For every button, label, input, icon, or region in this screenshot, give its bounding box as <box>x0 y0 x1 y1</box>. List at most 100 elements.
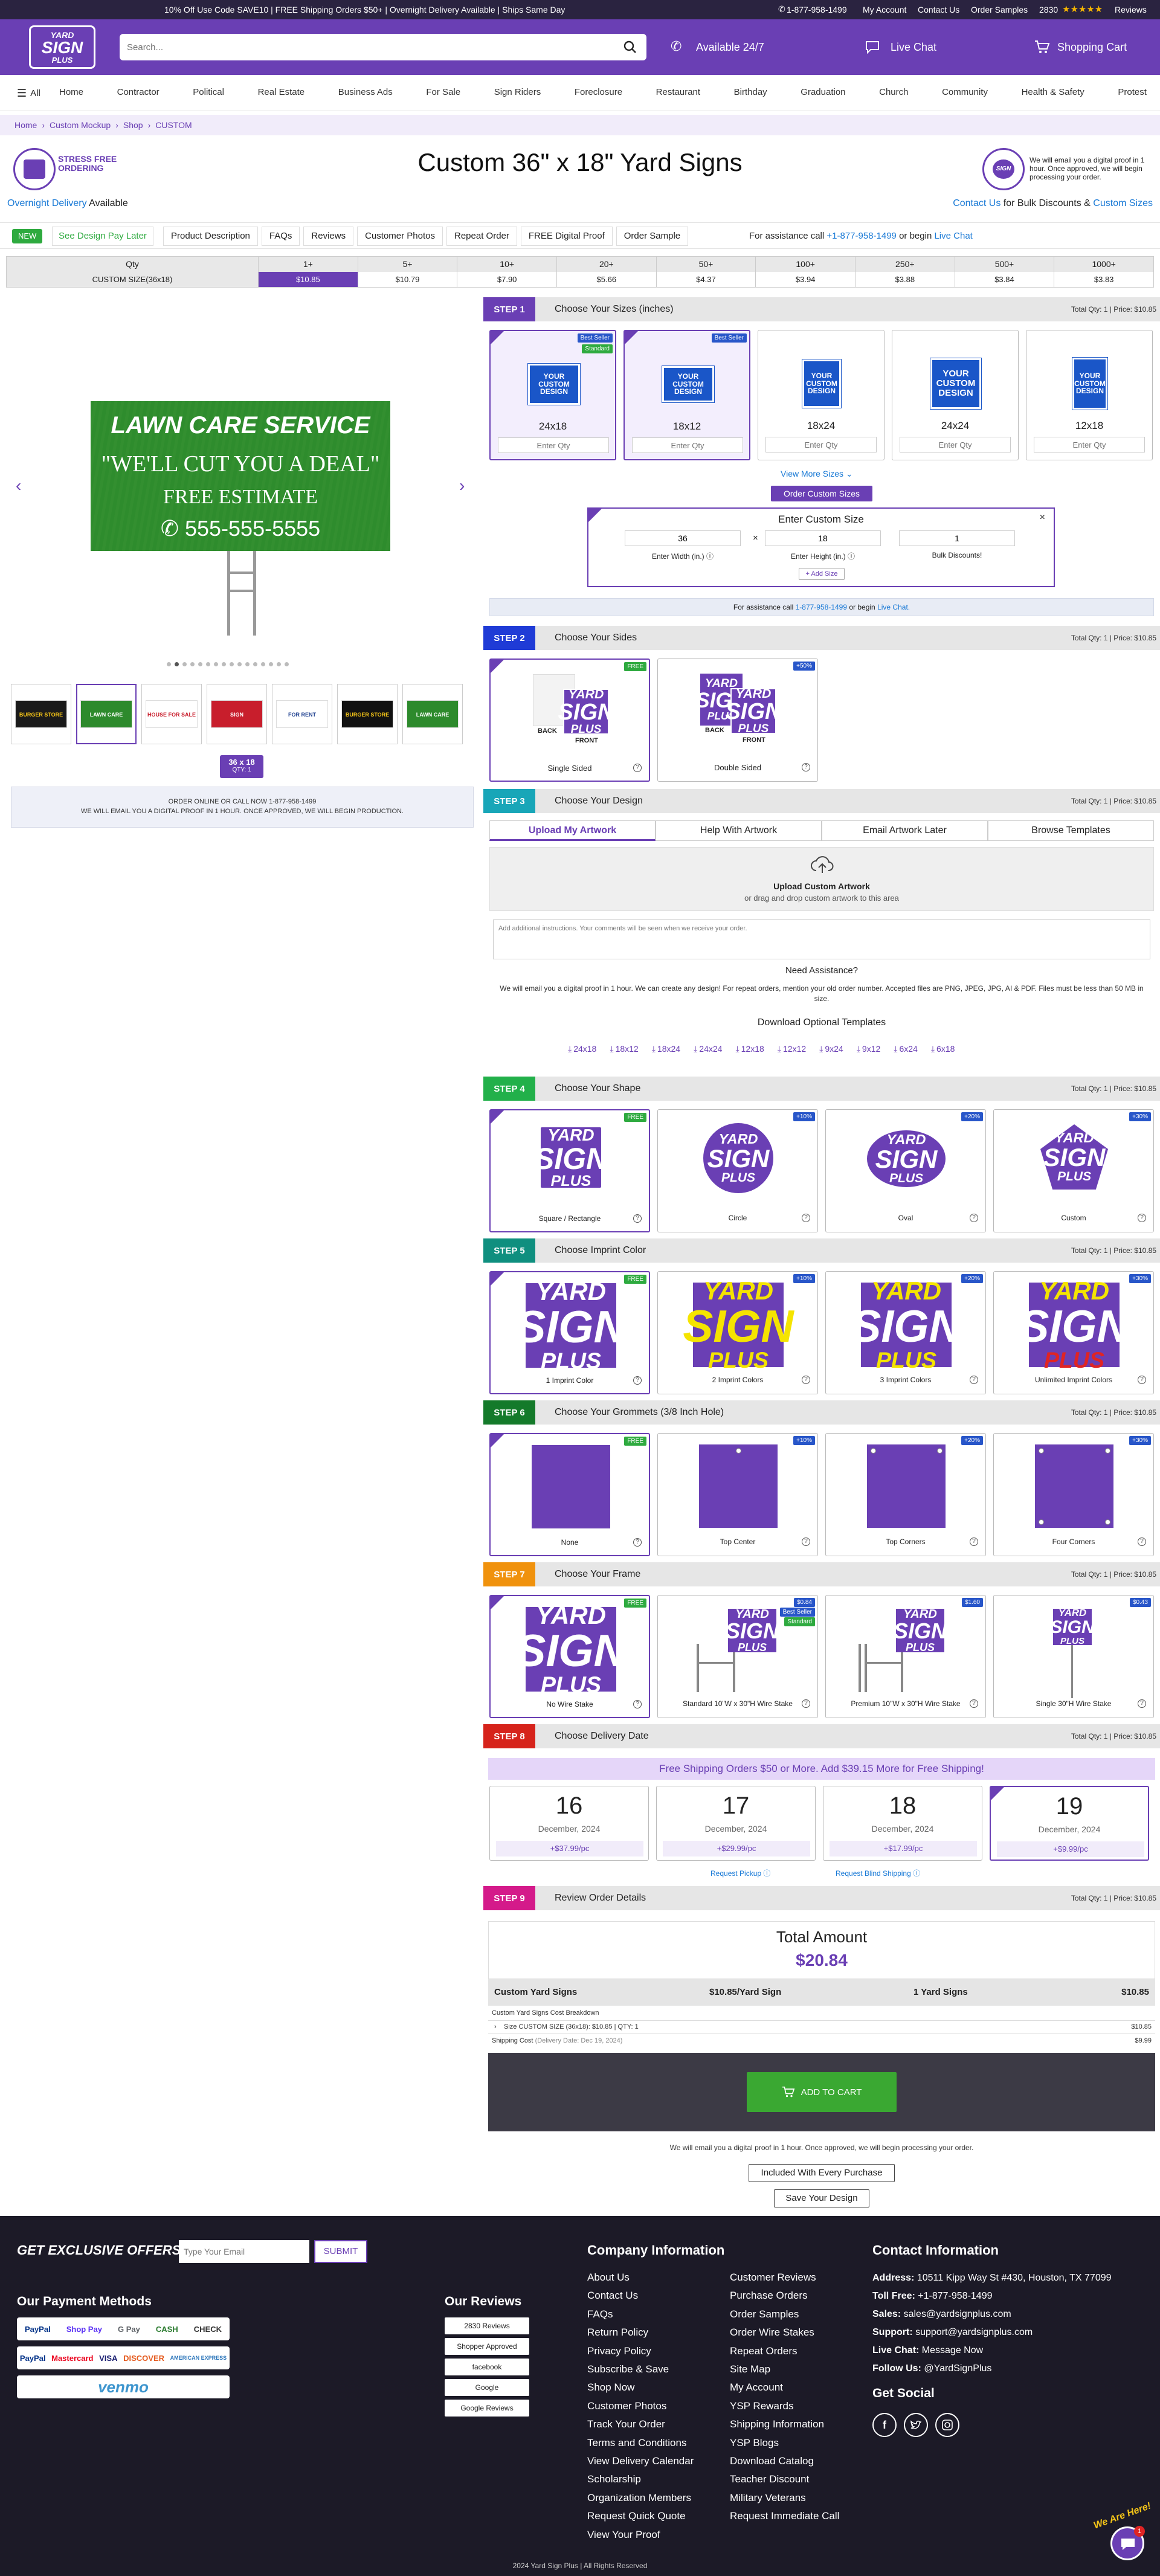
nav-item-home[interactable]: Home <box>59 87 83 97</box>
help-icon[interactable]: ? <box>633 1700 642 1708</box>
overnight-link[interactable]: Overnight Delivery <box>7 198 87 208</box>
shape-card-oval[interactable]: +20% YARD SIGN PLUS Oval? <box>825 1109 986 1232</box>
review-badge[interactable]: facebook <box>445 2359 529 2375</box>
facebook-icon[interactable]: f <box>872 2413 897 2437</box>
gallery-dot[interactable] <box>175 662 179 666</box>
help-icon[interactable]: ? <box>970 1214 978 1222</box>
imprint-card-2-imprint-colors[interactable]: +10% YARD SIGN PLUS 2 Imprint Colors? <box>657 1271 818 1394</box>
help-icon[interactable]: ⓘ <box>706 552 714 561</box>
size-card-24x24[interactable]: YOUR CUSTOM DESIGN 24x24 <box>892 330 1019 460</box>
gallery-dot[interactable] <box>206 662 210 666</box>
delivery-date-card-16[interactable]: 16 December, 2024 +$37.99/pc <box>489 1786 649 1861</box>
footer-link-privacy-policy[interactable]: Privacy Policy <box>587 2345 651 2357</box>
request-pickup-link[interactable]: Request Pickup ⓘ <box>710 1868 770 1878</box>
bulk-qty-input[interactable] <box>899 530 1015 546</box>
gallery-next-arrow-icon[interactable]: › <box>459 476 465 495</box>
footer-link-customer-photos[interactable]: Customer Photos <box>587 2400 666 2412</box>
help-icon[interactable]: ? <box>633 1376 642 1385</box>
design-tab-email-artwork-later[interactable]: Email Artwork Later <box>822 820 988 841</box>
design-tab-browse-templates[interactable]: Browse Templates <box>988 820 1154 841</box>
footer-link-purchase-orders[interactable]: Purchase Orders <box>730 2290 808 2302</box>
footer-link-return-policy[interactable]: Return Policy <box>587 2326 648 2339</box>
qty-input[interactable] <box>632 437 743 453</box>
chat-widget-button[interactable]: 1 <box>1110 2526 1145 2560</box>
nav-item-business-ads[interactable]: Business Ads <box>338 87 393 97</box>
footer-link-terms-and-conditions[interactable]: Terms and Conditions <box>587 2437 686 2449</box>
add-to-cart-button[interactable]: ADD TO CART <box>747 2072 897 2112</box>
grommets-card-top-center[interactable]: +10% Top Center? <box>657 1433 818 1556</box>
footer-link-site-map[interactable]: Site Map <box>730 2363 770 2375</box>
contact-value[interactable]: @YardSignPlus <box>924 2363 991 2374</box>
tier-price[interactable]: $3.83 <box>1054 272 1153 287</box>
gallery-thumbnail[interactable]: LAWN CARE <box>402 684 463 744</box>
footer-link-organization-members[interactable]: Organization Members <box>587 2492 691 2504</box>
gallery-thumbnail[interactable]: FOR RENT <box>272 684 332 744</box>
tab-customer-photos[interactable]: Customer Photos <box>357 227 443 246</box>
gallery-dot[interactable] <box>277 662 281 666</box>
template-download-link[interactable]: ⤓ 12x18 <box>735 1044 764 1054</box>
height-input[interactable] <box>765 530 881 546</box>
gallery-dot[interactable] <box>285 662 289 666</box>
close-icon[interactable]: × <box>1040 512 1045 523</box>
nav-item-protest[interactable]: Protest <box>1118 87 1147 97</box>
template-download-link[interactable]: ⤓ 24x24 <box>694 1044 722 1054</box>
view-more-sizes-link[interactable]: View More Sizes ⌄ <box>781 469 853 479</box>
gallery-dot[interactable] <box>253 662 257 666</box>
help-icon[interactable]: ? <box>802 1699 810 1708</box>
template-download-link[interactable]: ⤓ 9x24 <box>819 1044 843 1054</box>
help-icon[interactable]: ? <box>1138 1376 1146 1384</box>
breadcrumb-home[interactable]: Home <box>14 120 37 130</box>
nav-item-political[interactable]: Political <box>193 87 224 97</box>
template-download-link[interactable]: ⤓ 18x12 <box>610 1044 638 1054</box>
blind-shipping-link[interactable]: Request Blind Shipping ⓘ <box>836 1868 920 1878</box>
qty-input[interactable] <box>900 437 1011 452</box>
tab-repeat-order[interactable]: Repeat Order <box>446 227 517 246</box>
grommets-card-top-corners[interactable]: +20% Top Corners? <box>825 1433 986 1556</box>
footer-link-about-us[interactable]: About Us <box>587 2272 630 2284</box>
shape-card-custom[interactable]: +30% YARD SIGN PLUS Custom? <box>993 1109 1154 1232</box>
help-icon[interactable]: ? <box>970 1538 978 1546</box>
tier-price[interactable]: $3.94 <box>755 272 855 287</box>
footer-link-ysp-blogs[interactable]: YSP Blogs <box>730 2437 779 2449</box>
gallery-dot[interactable] <box>245 662 250 666</box>
custom-sizes-link[interactable]: Custom Sizes <box>1093 198 1153 208</box>
gallery-dot[interactable] <box>222 662 226 666</box>
step1-chat-link[interactable]: Live Chat. <box>877 603 910 611</box>
help-icon[interactable]: ⓘ <box>848 552 855 561</box>
frame-card-no-wire-stake[interactable]: FREE YARD SIGN PLUS No Wire Stake? <box>489 1595 650 1718</box>
help-icon[interactable]: ? <box>1138 1214 1146 1222</box>
order-custom-sizes-button[interactable]: Order Custom Sizes <box>771 486 872 501</box>
delivery-date-card-17[interactable]: 17 December, 2024 +$29.99/pc <box>656 1786 816 1861</box>
help-icon[interactable]: ? <box>633 1538 642 1547</box>
cart-icon[interactable] <box>1034 40 1050 54</box>
gallery-thumbnail[interactable]: BURGER STORE <box>11 684 71 744</box>
tier-price[interactable]: $10.85 <box>258 272 358 287</box>
gallery-dot[interactable] <box>237 662 242 666</box>
frame-card-premium-10-w-x-30-h-wire-stake[interactable]: $1.60 YARD SIGN PLUS Premium 10"W x 30"H Wir… <box>825 1595 986 1718</box>
grommets-card-four-corners[interactable]: +30% Four Corners? <box>993 1433 1154 1556</box>
footer-link-ysp-rewards[interactable]: YSP Rewards <box>730 2400 794 2412</box>
side-card-single[interactable]: FREE YARD SIGN PLUS BACK FRONT Single Sided? <box>489 658 650 782</box>
size-card-12x18[interactable]: YOUR CUSTOM DESIGN 12x18 <box>1026 330 1153 460</box>
review-badge[interactable]: 2830 Reviews <box>445 2317 529 2334</box>
gallery-thumbnail[interactable]: LAWN CARE <box>76 684 137 744</box>
help-icon[interactable]: ? <box>802 1214 810 1222</box>
breadcrumb-custom-mockup[interactable]: Custom Mockup <box>50 120 111 130</box>
gallery-dot[interactable] <box>190 662 195 666</box>
main-product-image[interactable]: LAWN CARE SERVICE "WE'LL CUT YOU A DEAL"… <box>91 401 390 551</box>
add-size-button[interactable]: + Add Size <box>799 568 845 580</box>
tab-reviews[interactable]: Reviews <box>303 227 354 246</box>
breadcrumb-shop[interactable]: Shop <box>123 120 143 130</box>
review-badge[interactable]: Google <box>445 2379 529 2396</box>
help-icon[interactable]: ? <box>970 1699 978 1708</box>
site-logo[interactable]: YARD SIGN PLUS <box>29 25 95 69</box>
delivery-date-card-18[interactable]: 18 December, 2024 +$17.99/pc <box>823 1786 982 1861</box>
help-icon[interactable]: ? <box>1138 1699 1146 1708</box>
gallery-prev-arrow-icon[interactable]: ‹ <box>16 476 21 495</box>
save-design-button[interactable]: Save Your Design <box>774 2189 869 2207</box>
step1-phone-link[interactable]: 1-877-958-1499 <box>796 603 847 611</box>
tier-price[interactable]: $5.66 <box>556 272 656 287</box>
gallery-dot[interactable] <box>167 662 171 666</box>
tier-price[interactable]: $10.79 <box>357 272 457 287</box>
footer-link-subscribe-save[interactable]: Subscribe & Save <box>587 2363 669 2375</box>
